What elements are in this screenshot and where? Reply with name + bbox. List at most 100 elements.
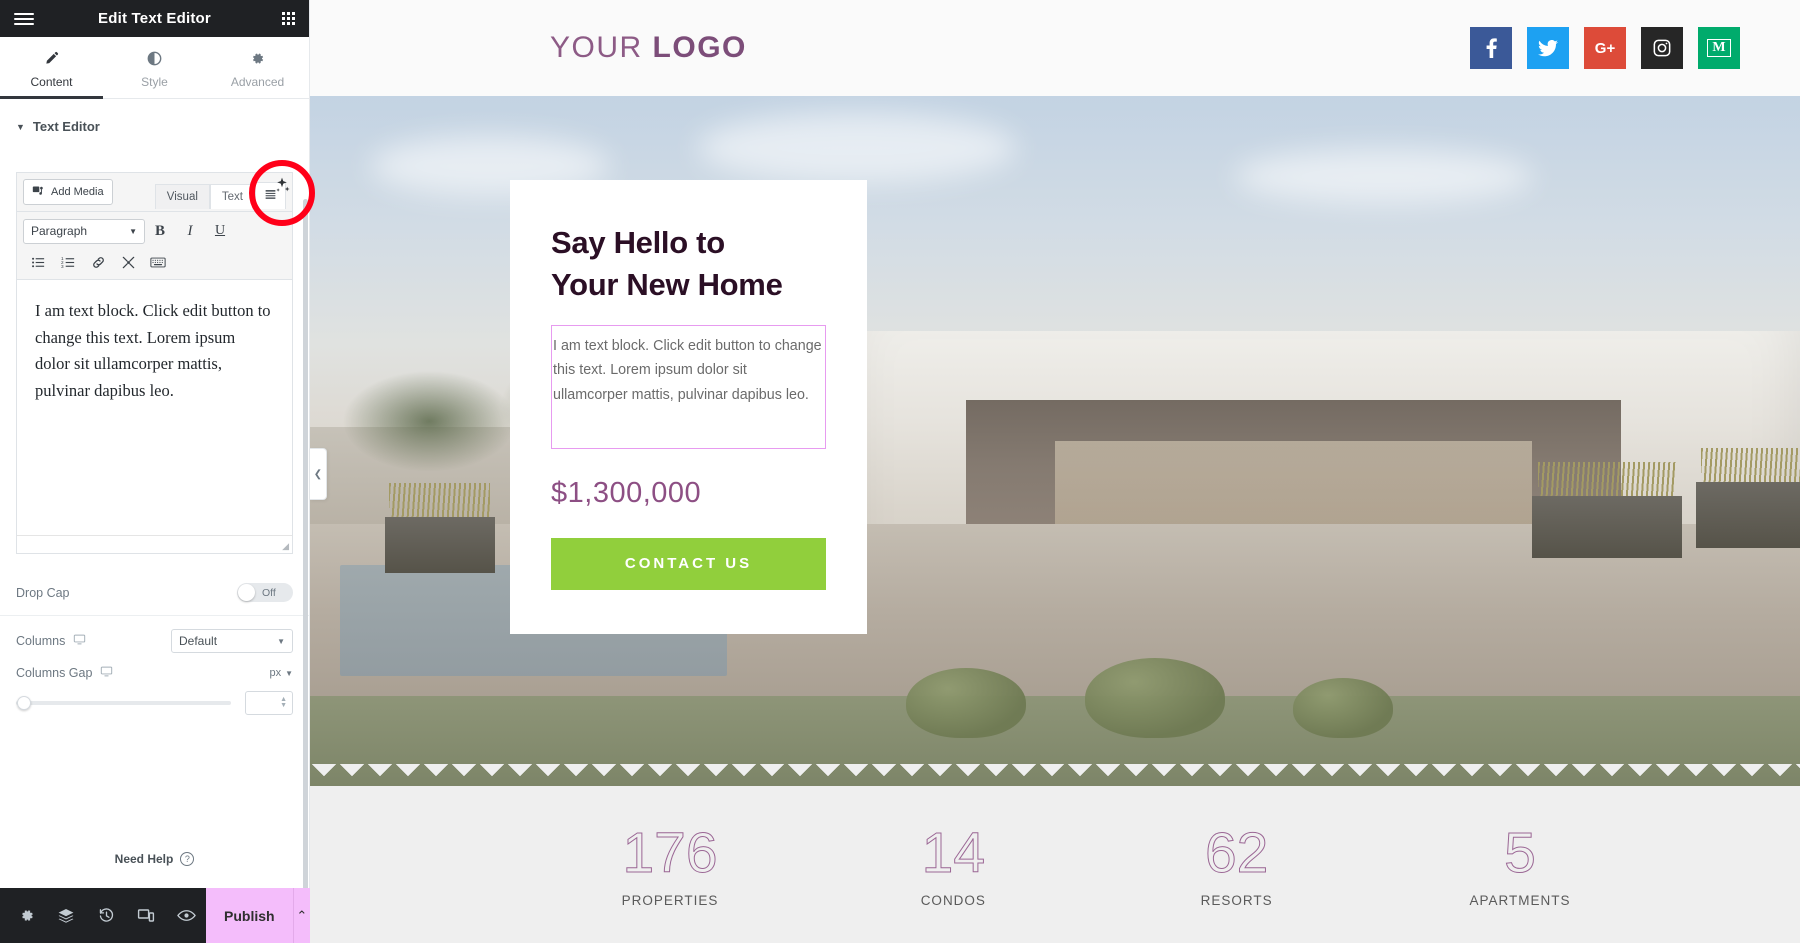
numbered-list-icon[interactable]: 123 [53,249,83,275]
italic-button[interactable]: I [175,218,205,244]
slider-thumb[interactable] [17,696,31,710]
stepper-icon[interactable]: ▲ ▼ [280,696,287,709]
panel-tabs: Content Style Advanced [0,37,309,99]
contact-us-button[interactable]: CONTACT US [551,537,826,590]
site-logo[interactable]: YOUR LOGO [550,31,747,65]
columns-select[interactable]: Default ▼ [171,629,293,653]
shrub [1084,657,1225,738]
drop-cap-row: Drop Cap Off [0,570,309,616]
drop-cap-toggle[interactable]: Off [237,583,293,602]
selected-text-widget[interactable]: I am text block. Click edit button to ch… [551,324,826,449]
columns-row: Columns Default ▼ [0,616,309,659]
navigator-layers-icon[interactable] [46,888,86,943]
contrast-icon [147,51,162,69]
history-clock-icon[interactable] [86,888,126,943]
format-toolbar: Paragraph ▼ B I U 1 2 3 [17,212,292,280]
social-instagram[interactable] [1641,27,1683,69]
hero-section: Say Hello to Your New Home I am text blo… [310,96,1800,786]
tab-text[interactable]: Text [209,184,255,209]
planter-box [1695,448,1800,549]
editor-top-bar: Add Media Visual Text [17,173,292,212]
columns-label-wrap: Columns [16,633,86,649]
site-header: YOUR LOGO G+ M [310,0,1800,96]
settings-gear-icon[interactable] [6,888,46,943]
gear-icon [250,51,265,69]
planter-grass [388,482,491,517]
social-medium[interactable]: M [1698,27,1740,69]
grid-dots-icon[interactable] [282,12,295,25]
link-icon[interactable] [83,249,113,275]
chevron-down-icon: ▼ [16,121,25,132]
paragraph-format-value: Paragraph [31,224,88,238]
svg-text:3: 3 [61,263,64,268]
add-media-button[interactable]: Add Media [23,179,113,205]
need-help[interactable]: Need Help ? [0,830,309,888]
stat-caption: PROPERTIES [621,893,719,909]
columns-gap-slider[interactable] [16,696,231,710]
desktop-icon[interactable] [73,633,86,649]
resize-grip-icon: ◢ [282,541,289,551]
columns-gap-label-wrap: Columns Gap [16,665,113,681]
social-google-plus[interactable]: G+ [1584,27,1626,69]
bold-button[interactable]: B [145,218,175,244]
chevron-down-icon: ▼ [129,226,137,236]
media-icon [32,184,45,200]
shrub [906,667,1026,738]
social-links: G+ M [1470,27,1740,69]
ai-sparkle-icon[interactable] [272,175,292,200]
drop-cap-state: Off [262,586,276,599]
drop-cap-label: Drop Cap [16,585,70,600]
tab-content[interactable]: Content [0,37,103,99]
social-twitter[interactable] [1527,27,1569,69]
bullet-list-icon[interactable] [23,249,53,275]
columns-value: Default [179,634,218,648]
toggle-knob [238,584,255,601]
panel-body: ▼ Text Editor Add Media Visual Text Para… [0,99,309,888]
social-facebook[interactable] [1470,27,1512,69]
logo-bold: LOGO [652,31,747,64]
planter-grass [1537,462,1676,497]
tab-style[interactable]: Style [103,37,206,98]
tab-advanced[interactable]: Advanced [206,37,309,98]
editor-panel: Edit Text Editor Content Style Advanced … [0,0,310,943]
underline-button[interactable]: U [205,218,235,244]
text-editor-control: Add Media Visual Text Paragraph ▼ B I U … [0,172,309,554]
planter-box [1531,462,1682,559]
underline-label: U [214,223,226,238]
responsive-devices-icon[interactable] [126,888,166,943]
editor-resize-handle[interactable]: ◢ [17,535,292,553]
panel-scrollbar[interactable] [303,199,308,888]
stat-number: 14 [921,821,986,885]
columns-gap-unit[interactable]: px ▼ [269,667,293,679]
panel-title: Edit Text Editor [98,10,211,27]
tab-advanced-label: Advanced [230,74,285,89]
planter-grass [1700,448,1800,483]
logo-light: YOUR [550,31,643,64]
editor-mode-tabs: Visual Text [154,182,286,209]
publish-options-caret[interactable]: ⌃ [292,888,310,943]
paragraph-format-select[interactable]: Paragraph ▼ [23,218,145,244]
hamburger-icon[interactable] [14,12,34,25]
desktop-icon[interactable] [100,665,113,681]
insert-more-icon[interactable] [113,249,143,275]
google-plus-glyph: G+ [1594,39,1616,57]
publish-button[interactable]: Publish [206,888,293,943]
stat-number: 176 [622,821,718,885]
columns-gap-input[interactable]: ▲ ▼ [245,691,293,715]
question-circle-icon: ? [180,852,195,866]
italic-label: I [187,222,193,239]
editor-text-area[interactable]: I am text block. Click edit button to ch… [17,280,292,535]
section-title[interactable]: ▼ Text Editor [0,99,309,146]
cloud [697,112,1018,183]
preview-eye-icon[interactable] [166,888,206,943]
footer-icon-group [0,888,206,943]
keyboard-shortcuts-icon[interactable] [143,249,173,275]
planter-box [384,482,495,573]
cloud [1233,148,1534,204]
tab-visual[interactable]: Visual [154,184,210,209]
tab-style-label: Style [141,74,168,89]
stat-number: 5 [1504,821,1537,885]
wysiwyg-editor: Add Media Visual Text Paragraph ▼ B I U … [16,172,293,554]
panel-collapse-handle[interactable]: ❮ [310,448,327,500]
hero-heading-line2: Your New Home [551,266,783,302]
